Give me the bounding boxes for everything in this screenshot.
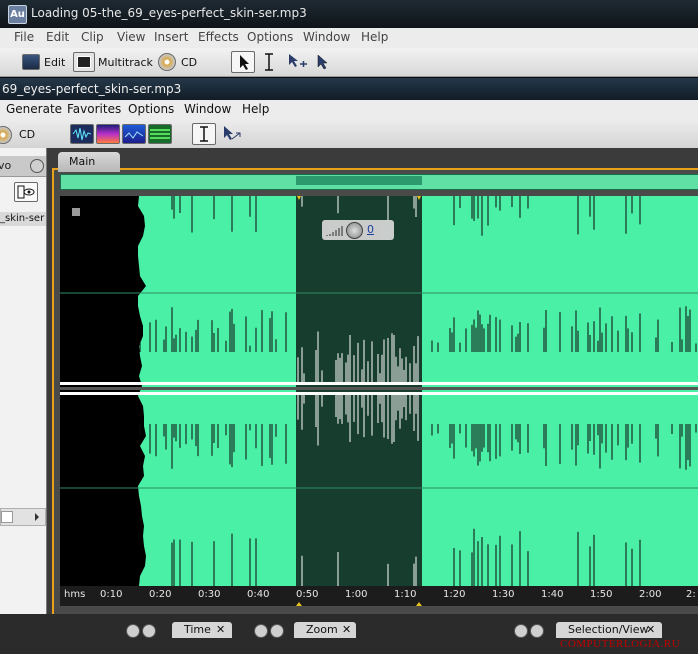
file-list-item[interactable]: _skin-ser (0, 212, 46, 226)
zoom-tab-label: Zoom (306, 623, 338, 636)
hybrid-tool-icon[interactable] (222, 125, 242, 145)
ruler-label: 0:10 (100, 589, 123, 600)
channel-2-centerline (60, 392, 698, 395)
selection-view-panel-tab[interactable]: Selection/View ✕ (556, 622, 662, 638)
spectral-pan-icon[interactable] (122, 124, 146, 144)
ruler-label: 1:30 (492, 589, 515, 600)
menu-view[interactable]: View (117, 30, 145, 44)
multitrack-view-button[interactable]: Multitrack (98, 56, 153, 69)
overview-visible-range[interactable] (296, 176, 422, 185)
menu-help[interactable]: Help (242, 102, 269, 116)
volume-value[interactable]: 0 (367, 223, 374, 236)
editor-tab-label: Main (69, 155, 96, 168)
panel-options-icon[interactable] (254, 624, 268, 638)
files-panel: vo _skin-ser (0, 148, 47, 614)
zoom-panel-tab[interactable]: Zoom ✕ (294, 622, 356, 638)
edit-view-icon[interactable] (22, 54, 40, 70)
auto-play-icon[interactable] (14, 182, 38, 202)
menu-edit[interactable]: Edit (46, 30, 69, 44)
menu-window[interactable]: Window (184, 102, 231, 116)
editor-tab-main[interactable]: Main (58, 152, 120, 172)
panel-menu-icon[interactable] (270, 624, 284, 638)
ruler-label: 1:40 (541, 589, 564, 600)
time-tab-label: Time (184, 623, 211, 636)
menu-effects[interactable]: Effects (198, 30, 239, 44)
document-toolbar: CD (0, 120, 698, 149)
spectral-frequency-icon[interactable] (96, 124, 120, 144)
waveform-svg (60, 196, 698, 586)
ruler-label: 2: (686, 589, 696, 600)
time-panel-tab[interactable]: Time ✕ (172, 622, 232, 638)
time-selection-tool-icon[interactable] (192, 123, 216, 145)
move-tool-icon[interactable] (231, 51, 255, 73)
menu-clip[interactable]: Clip (81, 30, 104, 44)
ruler-label: 0:50 (296, 589, 319, 600)
panel-options-icon[interactable] (514, 624, 528, 638)
cd-icon[interactable] (158, 53, 176, 71)
multitrack-icon[interactable] (73, 52, 95, 72)
ruler-label: 0:30 (198, 589, 221, 600)
window-title: Loading 05-the_69_eyes-perfect_skin-ser.… (31, 6, 307, 20)
panel-menu-icon[interactable] (530, 624, 544, 638)
cd-view-button[interactable]: CD (19, 128, 35, 141)
timeline-ruler[interactable]: hms 0:10 0:20 0:30 0:40 0:50 1:00 1:10 1… (60, 586, 698, 606)
menu-generate[interactable]: Generate (6, 102, 62, 116)
hud-volume-control[interactable]: 0 (322, 220, 394, 240)
close-icon[interactable]: ✕ (646, 623, 655, 636)
spectral-phase-icon[interactable] (148, 124, 172, 144)
menu-options[interactable]: Options (128, 102, 174, 116)
menu-help[interactable]: Help (361, 30, 388, 44)
document-title: 69_eyes-perfect_skin-ser.mp3 (2, 82, 182, 96)
scrub-tool-icon[interactable] (286, 52, 308, 72)
menu-favorites[interactable]: Favorites (67, 102, 121, 116)
ruler-label: 0:40 (247, 589, 270, 600)
volume-meter-icon (326, 226, 343, 236)
menu-insert[interactable]: Insert (154, 30, 188, 44)
panel-options-icon[interactable] (126, 624, 140, 638)
edit-view-button[interactable]: Edit (44, 56, 65, 69)
channel-divider[interactable] (60, 387, 698, 390)
ruler-unit: hms (64, 589, 86, 600)
panel-menu-icon[interactable] (30, 159, 44, 173)
ruler-label: 1:50 (590, 589, 613, 600)
menu-bar: File Edit Clip View Insert Effects Optio… (0, 28, 698, 49)
watermark: COMPUTERLOGIA.RU (560, 638, 681, 650)
selection-view-tab-label: Selection/View (568, 623, 649, 636)
waveform-display[interactable]: 0 (60, 196, 698, 586)
files-panel-tab[interactable]: vo (0, 156, 46, 177)
close-icon[interactable]: ✕ (342, 623, 351, 636)
ruler-label: 0:20 (149, 589, 172, 600)
workspace: vo _skin-ser Main 0 hms 0:10 0:20 0:30 0… (0, 148, 698, 654)
files-panel-scrollbar[interactable] (0, 508, 46, 526)
ruler-label: 2:00 (639, 589, 662, 600)
menu-file[interactable]: File (14, 30, 34, 44)
title-bar[interactable]: Au Loading 05-the_69_eyes-perfect_skin-s… (0, 0, 698, 29)
ruler-label: 1:00 (345, 589, 368, 600)
cd-view-button[interactable]: CD (181, 56, 197, 69)
ruler-label: 1:20 (443, 589, 466, 600)
menu-window[interactable]: Window (303, 30, 350, 44)
ruler-selection-end[interactable] (416, 602, 422, 606)
hybrid-tool-icon[interactable] (314, 52, 334, 72)
document-menu-bar: Generate Favorites Options Window Help (0, 100, 698, 121)
cd-icon[interactable] (0, 126, 12, 144)
document-title-bar[interactable]: 69_eyes-perfect_skin-ser.mp3 (0, 78, 698, 100)
audition-app-icon: Au (8, 5, 27, 24)
main-toolbar: Edit Multitrack CD (0, 48, 698, 77)
files-panel-tab-label: vo (0, 159, 12, 172)
channel-1-centerline (60, 382, 698, 385)
time-selection-tool-icon[interactable] (262, 53, 276, 71)
ruler-selection-start[interactable] (296, 602, 302, 606)
volume-knob-icon[interactable] (346, 222, 363, 239)
silent-region (60, 196, 138, 586)
fade-in-handle[interactable] (72, 208, 80, 216)
waveform-view-icon[interactable] (70, 124, 94, 144)
waveform-envelope-gaps (138, 196, 146, 586)
panel-menu-icon[interactable] (142, 624, 156, 638)
ruler-label: 1:10 (394, 589, 417, 600)
close-icon[interactable]: ✕ (216, 623, 225, 636)
selection-region[interactable] (296, 196, 422, 586)
menu-options[interactable]: Options (247, 30, 293, 44)
